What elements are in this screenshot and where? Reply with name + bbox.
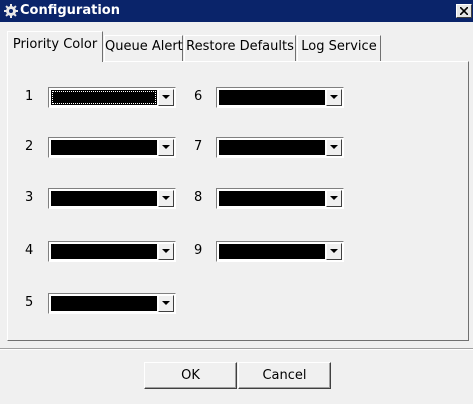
color-swatch xyxy=(51,90,157,105)
tab-label: Queue Alert xyxy=(105,39,183,54)
dropdown-button[interactable] xyxy=(326,243,342,260)
priority-color-select-7[interactable] xyxy=(216,137,344,158)
priority-color-select-5[interactable] xyxy=(48,293,176,314)
title-bar[interactable]: Configuration xyxy=(0,0,473,22)
dropdown-button[interactable] xyxy=(326,89,342,106)
chevron-down-icon xyxy=(330,249,338,253)
tab-restore-defaults[interactable]: Restore Defaults xyxy=(184,35,296,61)
close-icon xyxy=(460,7,468,15)
dropdown-button[interactable] xyxy=(326,190,342,207)
color-swatch xyxy=(219,90,325,105)
chevron-down-icon xyxy=(162,196,170,200)
color-swatch xyxy=(51,140,157,155)
priority-color-select-2[interactable] xyxy=(48,137,176,158)
priority-color-select-4[interactable] xyxy=(48,241,176,262)
chevron-down-icon xyxy=(330,95,338,99)
color-swatch xyxy=(51,244,157,259)
priority-label-1: 1 xyxy=(25,89,34,104)
color-swatch xyxy=(51,191,157,206)
priority-color-select-9[interactable] xyxy=(216,241,344,262)
tab-priority-color[interactable]: Priority Color xyxy=(7,31,103,62)
dropdown-button[interactable] xyxy=(158,295,174,312)
window-title: Configuration xyxy=(20,3,120,18)
dropdown-button[interactable] xyxy=(158,89,174,106)
priority-color-panel: 1 2 3 4 5 6 7 8 9 xyxy=(7,61,469,341)
chevron-down-icon xyxy=(162,249,170,253)
dropdown-button[interactable] xyxy=(158,139,174,156)
tab-label: Log Service xyxy=(301,39,377,54)
priority-label-4: 4 xyxy=(25,243,34,258)
tab-log-service[interactable]: Log Service xyxy=(297,35,381,61)
priority-color-select-6[interactable] xyxy=(216,87,344,108)
cancel-button[interactable]: Cancel xyxy=(238,362,331,389)
tab-label: Restore Defaults xyxy=(186,39,294,54)
color-swatch xyxy=(219,191,325,206)
priority-label-6: 6 xyxy=(194,89,203,104)
priority-label-9: 9 xyxy=(194,243,203,258)
priority-color-select-1[interactable] xyxy=(48,87,176,108)
chevron-down-icon xyxy=(162,301,170,305)
tab-queue-alert[interactable]: Queue Alert xyxy=(104,35,183,61)
gear-icon xyxy=(3,3,19,19)
tab-label: Priority Color xyxy=(12,37,98,52)
color-swatch xyxy=(219,140,325,155)
priority-color-select-8[interactable] xyxy=(216,188,344,209)
priority-label-8: 8 xyxy=(194,190,203,205)
priority-label-2: 2 xyxy=(25,139,34,154)
chevron-down-icon xyxy=(330,196,338,200)
configuration-dialog: Configuration Priority Color Queue Alert… xyxy=(0,0,473,404)
dropdown-button[interactable] xyxy=(158,190,174,207)
footer-separator xyxy=(0,348,473,350)
priority-label-5: 5 xyxy=(25,295,34,310)
priority-label-7: 7 xyxy=(194,139,203,154)
chevron-down-icon xyxy=(162,95,170,99)
dropdown-button[interactable] xyxy=(326,139,342,156)
color-swatch xyxy=(51,296,157,311)
priority-label-3: 3 xyxy=(25,190,34,205)
close-button[interactable] xyxy=(456,4,472,18)
ok-button[interactable]: OK xyxy=(144,362,237,389)
dropdown-button[interactable] xyxy=(158,243,174,260)
color-swatch xyxy=(219,244,325,259)
priority-color-select-3[interactable] xyxy=(48,188,176,209)
chevron-down-icon xyxy=(330,145,338,149)
chevron-down-icon xyxy=(162,145,170,149)
